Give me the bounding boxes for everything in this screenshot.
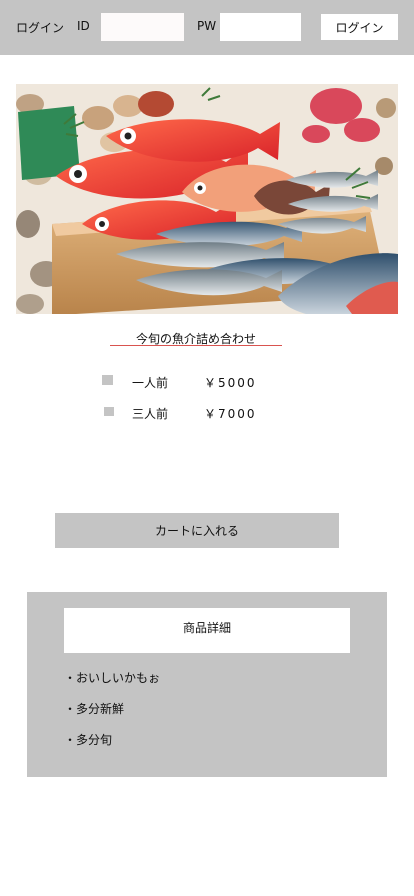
detail-item: ・おいしいかもぉ xyxy=(64,671,161,685)
id-label: ID xyxy=(77,19,90,33)
option-row-single[interactable]: 一人前 ￥5000 xyxy=(0,372,414,392)
login-bar: ログイン ID PW ログイン xyxy=(0,0,414,55)
option-price: ￥5000 xyxy=(204,376,257,390)
option-checkbox[interactable] xyxy=(104,407,114,416)
product-details-panel: 商品詳細 ・おいしいかもぉ ・多分新鮮 ・多分旬 xyxy=(27,592,387,777)
login-label: ログイン xyxy=(16,21,65,35)
id-input[interactable] xyxy=(101,13,184,41)
option-name: 三人前 xyxy=(132,407,169,421)
option-row-triple[interactable]: 三人前 ￥7000 xyxy=(0,403,414,423)
option-name: 一人前 xyxy=(132,376,169,390)
login-button[interactable]: ログイン xyxy=(321,14,398,40)
option-checkbox[interactable] xyxy=(102,375,113,385)
pw-label: PW xyxy=(197,19,217,33)
product-image xyxy=(16,84,398,314)
details-heading: 商品詳細 xyxy=(64,608,350,653)
add-to-cart-button[interactable]: カートに入れる xyxy=(55,513,339,548)
detail-item: ・多分新鮮 xyxy=(64,702,125,716)
option-price: ￥7000 xyxy=(204,407,257,421)
detail-item: ・多分旬 xyxy=(64,733,113,747)
pw-input[interactable] xyxy=(220,13,301,41)
product-title: 今旬の魚介詰め合わせ xyxy=(110,330,282,346)
